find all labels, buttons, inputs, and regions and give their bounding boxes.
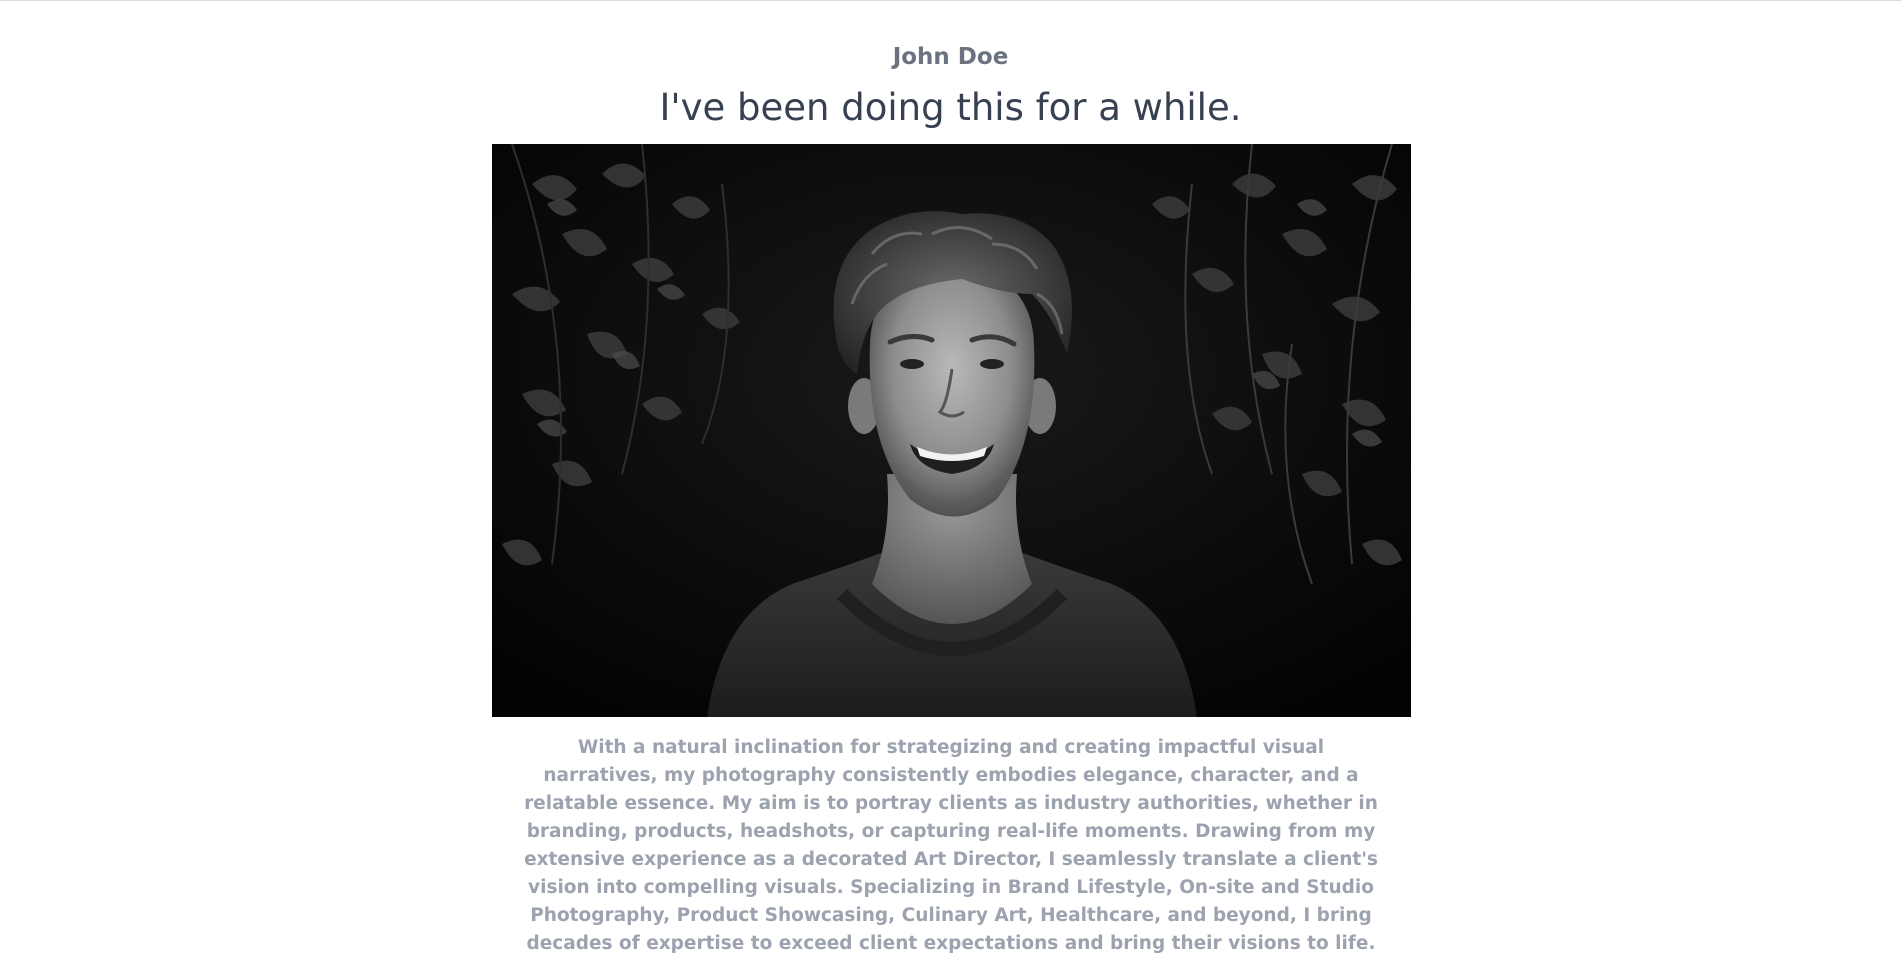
profile-tagline: I've been doing this for a while.: [659, 86, 1242, 129]
top-divider: [0, 0, 1901, 1]
profile-photo: [492, 144, 1411, 717]
profile-bio: With a natural inclination for strategiz…: [524, 737, 1378, 954]
profile-name: John Doe: [892, 44, 1009, 70]
